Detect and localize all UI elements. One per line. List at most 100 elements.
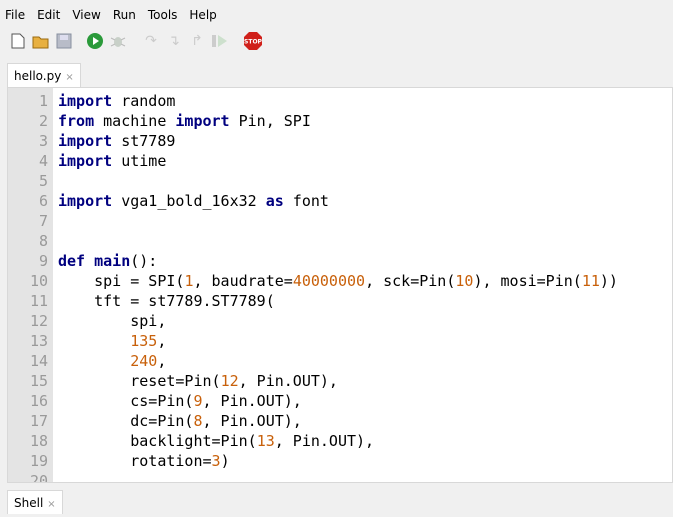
keyword-token: from (58, 112, 95, 130)
text-token: (): (130, 252, 158, 270)
svg-text:STOP: STOP (244, 39, 263, 46)
text-token: backlight=Pin( (58, 432, 257, 450)
menu-tools[interactable]: Tools (143, 5, 185, 25)
text-token: font (283, 192, 329, 210)
tab-shell[interactable]: Shell × (7, 490, 63, 514)
text-token: machine (94, 112, 176, 130)
shell-tabbar: Shell × (0, 490, 673, 514)
save-icon[interactable] (54, 31, 74, 51)
open-file-icon[interactable] (31, 31, 51, 51)
line-number: 17 (29, 412, 48, 430)
number-token: 11 (581, 272, 600, 290)
menu-run[interactable]: Run (108, 5, 143, 25)
line-number: 18 (29, 432, 48, 450)
close-tab-icon[interactable]: × (47, 499, 55, 510)
menu-view[interactable]: View (67, 5, 107, 25)
line-number: 6 (38, 192, 48, 210)
number-token: 8 (193, 412, 203, 430)
number-token: 135 (130, 332, 158, 350)
number-token: 3 (211, 452, 221, 470)
step-into-icon[interactable]: ↴ (164, 31, 184, 51)
line-number-gutter: 1 2 3 4 5 6 7 8 9 10 11 12 13 14 15 16 17 18 19 20 (8, 88, 53, 482)
text-token: , sck=Pin( (365, 272, 456, 290)
text-token: Pin, SPI (229, 112, 311, 130)
menu-help[interactable]: Help (184, 5, 223, 25)
text-token: , Pin.OUT), (238, 372, 338, 390)
line-number: 9 (38, 252, 48, 270)
line-number: 7 (38, 212, 48, 230)
keyword-token: import (58, 152, 113, 170)
code-line: import vga1_bold_16x32 as font (58, 191, 329, 211)
text-token: tft = st7789.ST7789( (58, 292, 275, 310)
text-token: random (112, 92, 176, 110)
keyword-token: def (58, 252, 86, 270)
text-token: rotation= (58, 452, 212, 470)
line-number: 11 (29, 292, 48, 310)
code-line: reset=Pin(12, Pin.OUT), (58, 371, 338, 391)
step-over-icon[interactable]: ↷ (141, 31, 161, 51)
code-line: spi, (58, 311, 166, 331)
menu-edit[interactable]: Edit (32, 5, 67, 25)
line-number: 2 (38, 112, 48, 130)
text-token: cs=Pin( (58, 392, 194, 410)
code-line: from machine import Pin, SPI (58, 111, 311, 131)
number-token: 240 (130, 352, 158, 370)
line-number: 14 (29, 352, 48, 370)
text-token: st7789 (112, 132, 176, 150)
step-out-icon[interactable]: ↱ (187, 31, 207, 51)
toolbar: ↷ ↴ ↱ STOP (8, 30, 266, 52)
keyword-token: import (58, 192, 113, 210)
code-line: rotation=3) (58, 451, 230, 471)
text-token: , (157, 352, 167, 370)
menu-bar: File Edit View Run Tools Help (0, 5, 224, 25)
text-token: dc=Pin( (58, 412, 194, 430)
run-icon[interactable] (85, 31, 105, 51)
number-token: 40000000 (292, 272, 366, 290)
number-token: 13 (256, 432, 275, 450)
code-line: import random (58, 91, 175, 111)
code-line: dc=Pin(8, Pin.OUT), (58, 411, 302, 431)
new-file-icon[interactable] (8, 31, 28, 51)
text-token: , Pin.OUT), (274, 432, 375, 450)
keyword-token: import (175, 112, 230, 130)
text-token: , Pin.OUT), (202, 412, 302, 430)
code-line: import utime (58, 151, 166, 171)
line-number: 5 (38, 172, 48, 190)
code-line: spi = SPI(1, baudrate=40000000, sck=Pin(… (58, 271, 618, 291)
editor-tabbar: hello.py × (0, 63, 673, 87)
number-token: 12 (220, 372, 239, 390)
line-number: 1 (38, 92, 48, 110)
code-editor[interactable]: 1 2 3 4 5 6 7 8 9 10 11 12 13 14 15 16 17 18 19 20 import r… (7, 87, 673, 483)
resume-icon[interactable] (210, 31, 230, 51)
stop-icon[interactable]: STOP (243, 31, 263, 51)
code-line: backlight=Pin(13, Pin.OUT), (58, 431, 374, 451)
line-number: 16 (29, 392, 48, 410)
line-number: 13 (29, 332, 48, 350)
debug-icon[interactable] (108, 31, 128, 51)
code-line: def main(): (58, 251, 157, 271)
code-line: import st7789 (58, 131, 175, 151)
line-number: 20 (29, 472, 48, 483)
line-number: 10 (29, 272, 48, 290)
number-token: 10 (455, 272, 474, 290)
number-token: 9 (193, 392, 203, 410)
text-token: , baudrate= (193, 272, 293, 290)
text-token: vga1_bold_16x32 (112, 192, 266, 210)
code-line: cs=Pin(9, Pin.OUT), (58, 391, 302, 411)
text-token: , (157, 332, 167, 350)
line-number: 19 (29, 452, 48, 470)
text-token: ) (220, 452, 230, 470)
keyword-token: import (58, 132, 113, 150)
line-number: 15 (29, 372, 48, 390)
menu-file[interactable]: File (0, 5, 32, 25)
close-tab-icon[interactable]: × (65, 72, 73, 83)
code-line: tft = st7789.ST7789( (58, 291, 275, 311)
tab-hello-py[interactable]: hello.py × (7, 63, 81, 87)
line-number: 3 (38, 132, 48, 150)
tab-label: hello.py (14, 69, 62, 83)
code-line: 135, (58, 331, 166, 351)
text-token: reset=Pin( (58, 372, 221, 390)
